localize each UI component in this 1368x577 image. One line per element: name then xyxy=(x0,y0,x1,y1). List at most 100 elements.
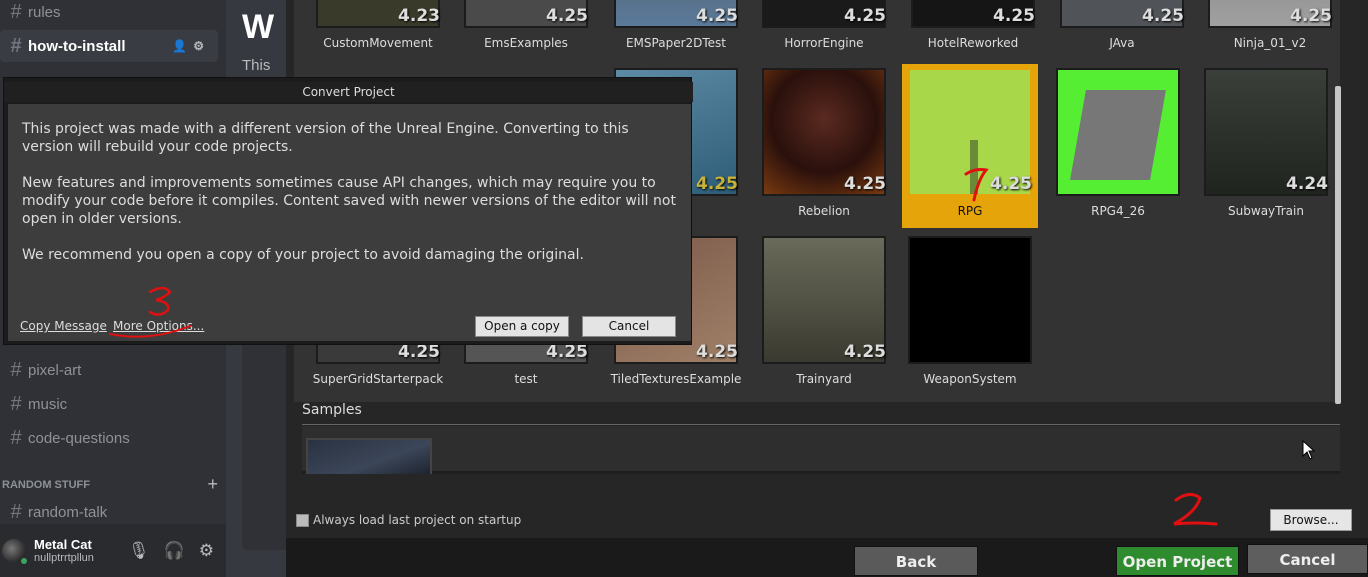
project-name: Rebelion xyxy=(798,204,850,218)
samples-list xyxy=(302,426,1340,474)
hash-icon: # xyxy=(10,426,22,449)
project-name: JAva xyxy=(1109,36,1135,50)
project-tile[interactable]: 4.25 JAva xyxy=(1054,0,1190,60)
project-name: Ninja_01_v2 xyxy=(1233,36,1307,50)
channel-rules[interactable]: # rules xyxy=(0,0,224,28)
project-name: RPG xyxy=(957,204,983,218)
user-tag: nullptrrtpllun xyxy=(34,552,94,564)
user-panel: Metal Cat nullptrrtpllun 🎙 🎧 ⚙ xyxy=(0,524,226,577)
project-name: test xyxy=(514,372,538,386)
copy-message-link[interactable]: Copy Message xyxy=(20,319,107,333)
version-label: 4.25 xyxy=(696,174,738,194)
welcome-heading: W xyxy=(242,8,275,46)
version-label: 4.25 xyxy=(993,6,1035,26)
project-name: RPG4_26 xyxy=(1091,204,1145,218)
gear-icon[interactable]: ⚙ xyxy=(193,39,210,53)
version-label: 4.25 xyxy=(398,342,440,362)
online-status-icon xyxy=(19,555,29,566)
divider xyxy=(302,424,1340,425)
channel-label: code-questions xyxy=(28,429,130,447)
category-label: RANDOM STUFF xyxy=(2,478,90,491)
project-tile[interactable]: 4.25 HorrorEngine xyxy=(756,0,892,60)
microphone-icon[interactable]: 🎙 xyxy=(128,541,150,561)
add-channel-icon[interactable]: + xyxy=(207,474,218,495)
hash-icon: # xyxy=(10,0,22,23)
mouse-cursor-icon xyxy=(1302,440,1316,460)
hash-icon: # xyxy=(10,500,22,523)
scrollbar-thumb[interactable] xyxy=(1335,86,1341,404)
project-name: Trainyard xyxy=(796,372,852,386)
project-tile[interactable]: 4.25 Ninja_01_v2 xyxy=(1202,0,1338,60)
dialog-title: Convert Project xyxy=(4,82,693,102)
version-label: 4.25 xyxy=(1290,6,1332,26)
project-tile[interactable]: 4.24 SubwayTrain xyxy=(1198,64,1334,228)
project-tile-selected[interactable]: 4.25 RPG xyxy=(902,64,1038,228)
hash-icon: # xyxy=(10,392,22,415)
welcome-text: This xyxy=(242,57,271,74)
samples-heading: Samples xyxy=(302,402,362,418)
channel-music[interactable]: # music xyxy=(0,388,224,420)
browse-button[interactable]: Browse... xyxy=(1270,509,1352,531)
cancel-button[interactable]: Cancel xyxy=(1247,544,1368,574)
version-label: 4.25 xyxy=(546,342,588,362)
open-a-copy-button[interactable]: Open a copy xyxy=(475,316,569,337)
scrollbar[interactable] xyxy=(1334,6,1342,406)
version-label: 4.23 xyxy=(398,6,440,26)
headphones-icon[interactable]: 🎧 xyxy=(164,541,185,561)
more-options-link[interactable]: More Options... xyxy=(113,319,204,333)
project-tile[interactable]: 4.25 Rebelion xyxy=(756,64,892,228)
channel-label: music xyxy=(28,395,68,413)
version-label: 4.25 xyxy=(990,174,1032,194)
version-label: 4.25 xyxy=(844,6,886,26)
dialog-cancel-button[interactable]: Cancel xyxy=(582,316,676,337)
project-tile[interactable]: WeaponSystem xyxy=(902,232,1038,396)
channel-label: rules xyxy=(28,3,61,21)
project-name: SuperGridStarterpack xyxy=(312,372,444,386)
version-label: 4.25 xyxy=(546,6,588,26)
channel-label: pixel-art xyxy=(28,361,82,379)
project-name: HorrorEngine xyxy=(784,36,864,50)
project-thumbnail xyxy=(1056,68,1180,196)
hash-icon: # xyxy=(10,34,22,57)
sample-thumbnail[interactable] xyxy=(306,438,432,474)
project-tile[interactable]: 4.23 CustomMovement xyxy=(310,0,446,60)
dialog-paragraph: We recommend you open a copy of your pro… xyxy=(22,247,584,263)
project-name: CustomMovement xyxy=(323,36,433,50)
dialog-body: This project was made with a different v… xyxy=(8,104,691,341)
project-name: EmsExamples xyxy=(484,36,568,50)
version-label: 4.24 xyxy=(1286,174,1328,194)
always-load-option[interactable]: Always load last project on startup xyxy=(296,513,521,527)
channel-pixel-art[interactable]: # pixel-art xyxy=(0,354,224,386)
version-label: 4.25 xyxy=(1142,6,1184,26)
always-load-checkbox[interactable] xyxy=(296,513,309,527)
project-name: HotelReworked xyxy=(927,36,1019,50)
dialog-paragraph: This project was made with a different v… xyxy=(22,121,629,155)
dialog-paragraph: New features and improvements sometimes … xyxy=(22,175,676,227)
version-label: 4.25 xyxy=(696,342,738,362)
channel-label: how-to-install xyxy=(28,37,126,55)
username: Metal Cat xyxy=(34,537,92,552)
project-tile[interactable]: RPG4_26 xyxy=(1050,64,1186,228)
project-tile[interactable]: 4.25 HotelReworked xyxy=(905,0,1041,60)
version-label: 4.25 xyxy=(844,342,886,362)
project-name: EMSPaper2DTest xyxy=(625,36,727,50)
open-project-button[interactable]: Open Project xyxy=(1116,546,1239,576)
convert-project-dialog: Convert Project This project was made wi… xyxy=(3,77,693,345)
version-label: 4.25 xyxy=(696,6,738,26)
project-tile[interactable]: 4.25 EMSPaper2DTest xyxy=(608,0,744,60)
add-member-icon[interactable]: 👤 xyxy=(172,39,193,53)
version-label: 4.25 xyxy=(844,174,886,194)
hash-icon: # xyxy=(10,358,22,381)
settings-gear-icon[interactable]: ⚙ xyxy=(199,541,214,561)
project-tile[interactable]: 4.25 EmsExamples xyxy=(458,0,594,60)
channel-code-questions[interactable]: # code-questions xyxy=(0,422,224,454)
project-name: WeaponSystem xyxy=(923,372,1017,386)
back-button[interactable]: Back xyxy=(854,546,978,576)
project-tile[interactable]: 4.25 Trainyard xyxy=(756,232,892,396)
category-random-stuff[interactable]: RANDOM STUFF + xyxy=(2,474,218,495)
project-name: TiledTexturesExample xyxy=(610,372,742,386)
channel-label: random-talk xyxy=(28,503,108,521)
always-load-label: Always load last project on startup xyxy=(313,513,522,527)
avatar[interactable] xyxy=(2,538,29,566)
channel-how-to-install[interactable]: # how-to-install 👤⚙ xyxy=(0,30,218,62)
